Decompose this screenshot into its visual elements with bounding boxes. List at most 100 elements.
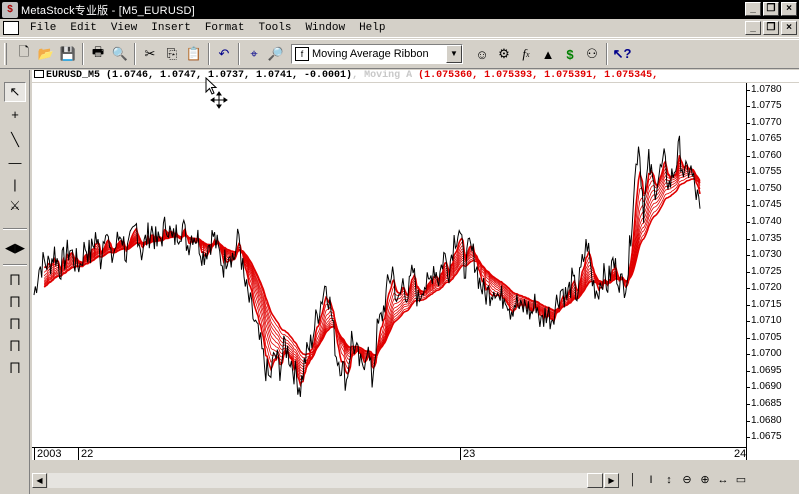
indicator-dropdown[interactable]: f Moving Average Ribbon ▼ <box>291 44 463 64</box>
price-axis[interactable]: 1.0780 1.0775 1.0770 1.0765 1.0760 1.0755 1.07… <box>746 83 799 460</box>
help-pointer-icon[interactable]: ↖? <box>611 43 633 65</box>
app-icon[interactable]: $ <box>2 1 18 18</box>
toolbox-divider <box>3 264 27 266</box>
close-icon[interactable]: × <box>781 2 797 16</box>
y-tick-label: 1.0700 <box>747 348 782 360</box>
explorer-icon[interactable]: ⚙ <box>493 43 515 65</box>
toolbar-grip[interactable] <box>4 43 7 65</box>
x-tick-label: 23 <box>460 448 475 460</box>
ribbon-ma-line <box>43 154 701 387</box>
crosshair-icon[interactable]: ⌖ <box>243 43 265 65</box>
binoculars-icon[interactable]: ⚇ <box>581 43 603 65</box>
chart-type-candle-icon[interactable]: │ <box>626 474 640 487</box>
document-icon[interactable] <box>3 21 19 35</box>
ribbon-ma-line <box>43 167 701 373</box>
y-tick-label: 1.0690 <box>747 381 782 393</box>
chart-plot-area[interactable] <box>32 83 746 447</box>
horizontal-line-tool-icon[interactable]: — <box>4 152 26 172</box>
y-tick-label: 1.0675 <box>747 431 782 443</box>
menu-help[interactable]: Help <box>352 22 392 34</box>
chart-type-bar-icon[interactable]: I <box>644 474 658 487</box>
menu-window[interactable]: Window <box>298 22 352 34</box>
formula-icon[interactable]: fx <box>515 43 537 65</box>
indicator-name: , Moving A <box>352 70 413 81</box>
y-tick-label: 1.0685 <box>747 397 782 409</box>
scroll-arrows-icon[interactable]: ◀▶ <box>4 238 26 258</box>
mouse-cursor-icon <box>205 77 228 109</box>
doc-restore-icon[interactable]: ❐ <box>763 21 779 35</box>
fibonacci-arc-tool-icon[interactable]: ⨅ <box>4 336 26 356</box>
crosshair-tool-icon[interactable]: + <box>4 104 26 124</box>
chart-symbol: EURUSD_M5 <box>46 70 101 81</box>
chart-svg <box>33 135 701 397</box>
ribbon-ma-line <box>43 162 701 378</box>
save-icon[interactable]: 💾 <box>57 43 79 65</box>
function-icon: f <box>295 47 309 61</box>
new-file-icon[interactable]: 🗋 <box>13 43 35 65</box>
y-tick-label: 1.0715 <box>747 298 782 310</box>
scroll-thumb[interactable] <box>587 473 603 488</box>
split-icon[interactable]: ▭ <box>734 474 748 487</box>
open-folder-icon[interactable]: 📂 <box>35 43 57 65</box>
copy-icon[interactable]: ⎘ <box>161 43 183 65</box>
menu-edit[interactable]: Edit <box>63 22 103 34</box>
indicator-dropdown-value: Moving Average Ribbon <box>312 48 429 60</box>
indicator-values: (1.075360, 1.075393, 1.075391, 1.075345, <box>412 70 659 81</box>
gann-fan-tool-icon[interactable]: ⨅ <box>4 314 26 334</box>
toolbar-divider <box>238 43 240 65</box>
y-tick-label: 1.0770 <box>747 116 782 128</box>
x-tick-label: 22 <box>78 448 93 460</box>
ribbon-ma-line <box>43 175 701 359</box>
y-tick-label: 1.0720 <box>747 282 782 294</box>
chart-type-line-icon[interactable]: ↕ <box>662 474 676 487</box>
chevron-down-icon[interactable]: ▼ <box>446 45 462 63</box>
expert-advisor-icon[interactable]: ☺ <box>471 43 493 65</box>
pointer-tool-icon[interactable]: ↖ <box>4 82 26 102</box>
fit-icon[interactable]: ↔ <box>716 474 730 487</box>
horizontal-scrollbar[interactable]: ◀ ▶ │ I ↕ ⊖ ⊕ ↔ ▭ <box>32 472 799 489</box>
ribbon-ma-line <box>43 169 701 370</box>
x-tick-label: 2003 <box>34 448 61 460</box>
vertical-line-tool-icon[interactable]: | <box>4 174 26 194</box>
minimize-icon[interactable]: _ <box>745 2 761 16</box>
system-tester-icon[interactable]: ▲ <box>537 43 559 65</box>
y-tick-label: 1.0710 <box>747 315 782 327</box>
y-tick-label: 1.0780 <box>747 83 782 95</box>
zoom-out-icon[interactable]: ⊖ <box>680 474 694 487</box>
paste-icon[interactable]: 📋 <box>183 43 205 65</box>
fibonacci-fan-tool-icon[interactable]: ⨅ <box>4 270 26 290</box>
ribbon-ma-line <box>43 172 701 365</box>
doc-close-icon[interactable]: × <box>781 21 797 35</box>
zoom-icon[interactable]: 🔎 <box>265 43 287 65</box>
menu-insert[interactable]: Insert <box>144 22 198 34</box>
cut-icon[interactable]: ✂ <box>139 43 161 65</box>
print-preview-icon[interactable]: 🔍 <box>109 43 131 65</box>
scroll-track[interactable] <box>48 473 594 488</box>
zoom-in-icon[interactable]: ⊕ <box>698 474 712 487</box>
dollar-icon[interactable]: $ <box>559 43 581 65</box>
undo-icon[interactable]: ↶ <box>213 43 235 65</box>
y-tick-label: 1.0750 <box>747 182 782 194</box>
andrews-pitchfork-tool-icon[interactable]: ⨅ <box>4 358 26 378</box>
menu-format[interactable]: Format <box>198 22 252 34</box>
menu-file[interactable]: File <box>23 22 63 34</box>
doc-minimize-icon[interactable]: _ <box>745 21 761 35</box>
toolbar-divider <box>82 43 84 65</box>
restore-icon[interactable]: ❐ <box>763 2 779 16</box>
ribbon-ma-line <box>43 177 701 356</box>
y-tick-label: 1.0705 <box>747 331 782 343</box>
time-axis[interactable]: 2003 22 23 24 <box>32 447 746 460</box>
chart-header: EURUSD_M5 (1.0746, 1.0747, 1.0737, 1.074… <box>32 70 799 82</box>
cycle-lines-tool-icon[interactable]: ⚔ <box>4 196 26 216</box>
menu-view[interactable]: View <box>104 22 144 34</box>
scroll-right-icon[interactable]: ▶ <box>604 473 619 488</box>
y-tick-label: 1.0695 <box>747 364 782 376</box>
scroll-left-icon[interactable]: ◀ <box>32 473 47 488</box>
y-tick-label: 1.0680 <box>747 414 782 426</box>
speed-lines-tool-icon[interactable]: ⨅ <box>4 292 26 312</box>
title-bar: $ MetaStock专业版 - [M5_EURUSD] _ ❐ × <box>0 0 799 19</box>
print-icon[interactable]: 🖶 <box>87 43 109 65</box>
trendline-tool-icon[interactable]: ╲ <box>4 130 26 150</box>
menu-tools[interactable]: Tools <box>251 22 298 34</box>
ribbon-ma-line <box>43 173 701 362</box>
